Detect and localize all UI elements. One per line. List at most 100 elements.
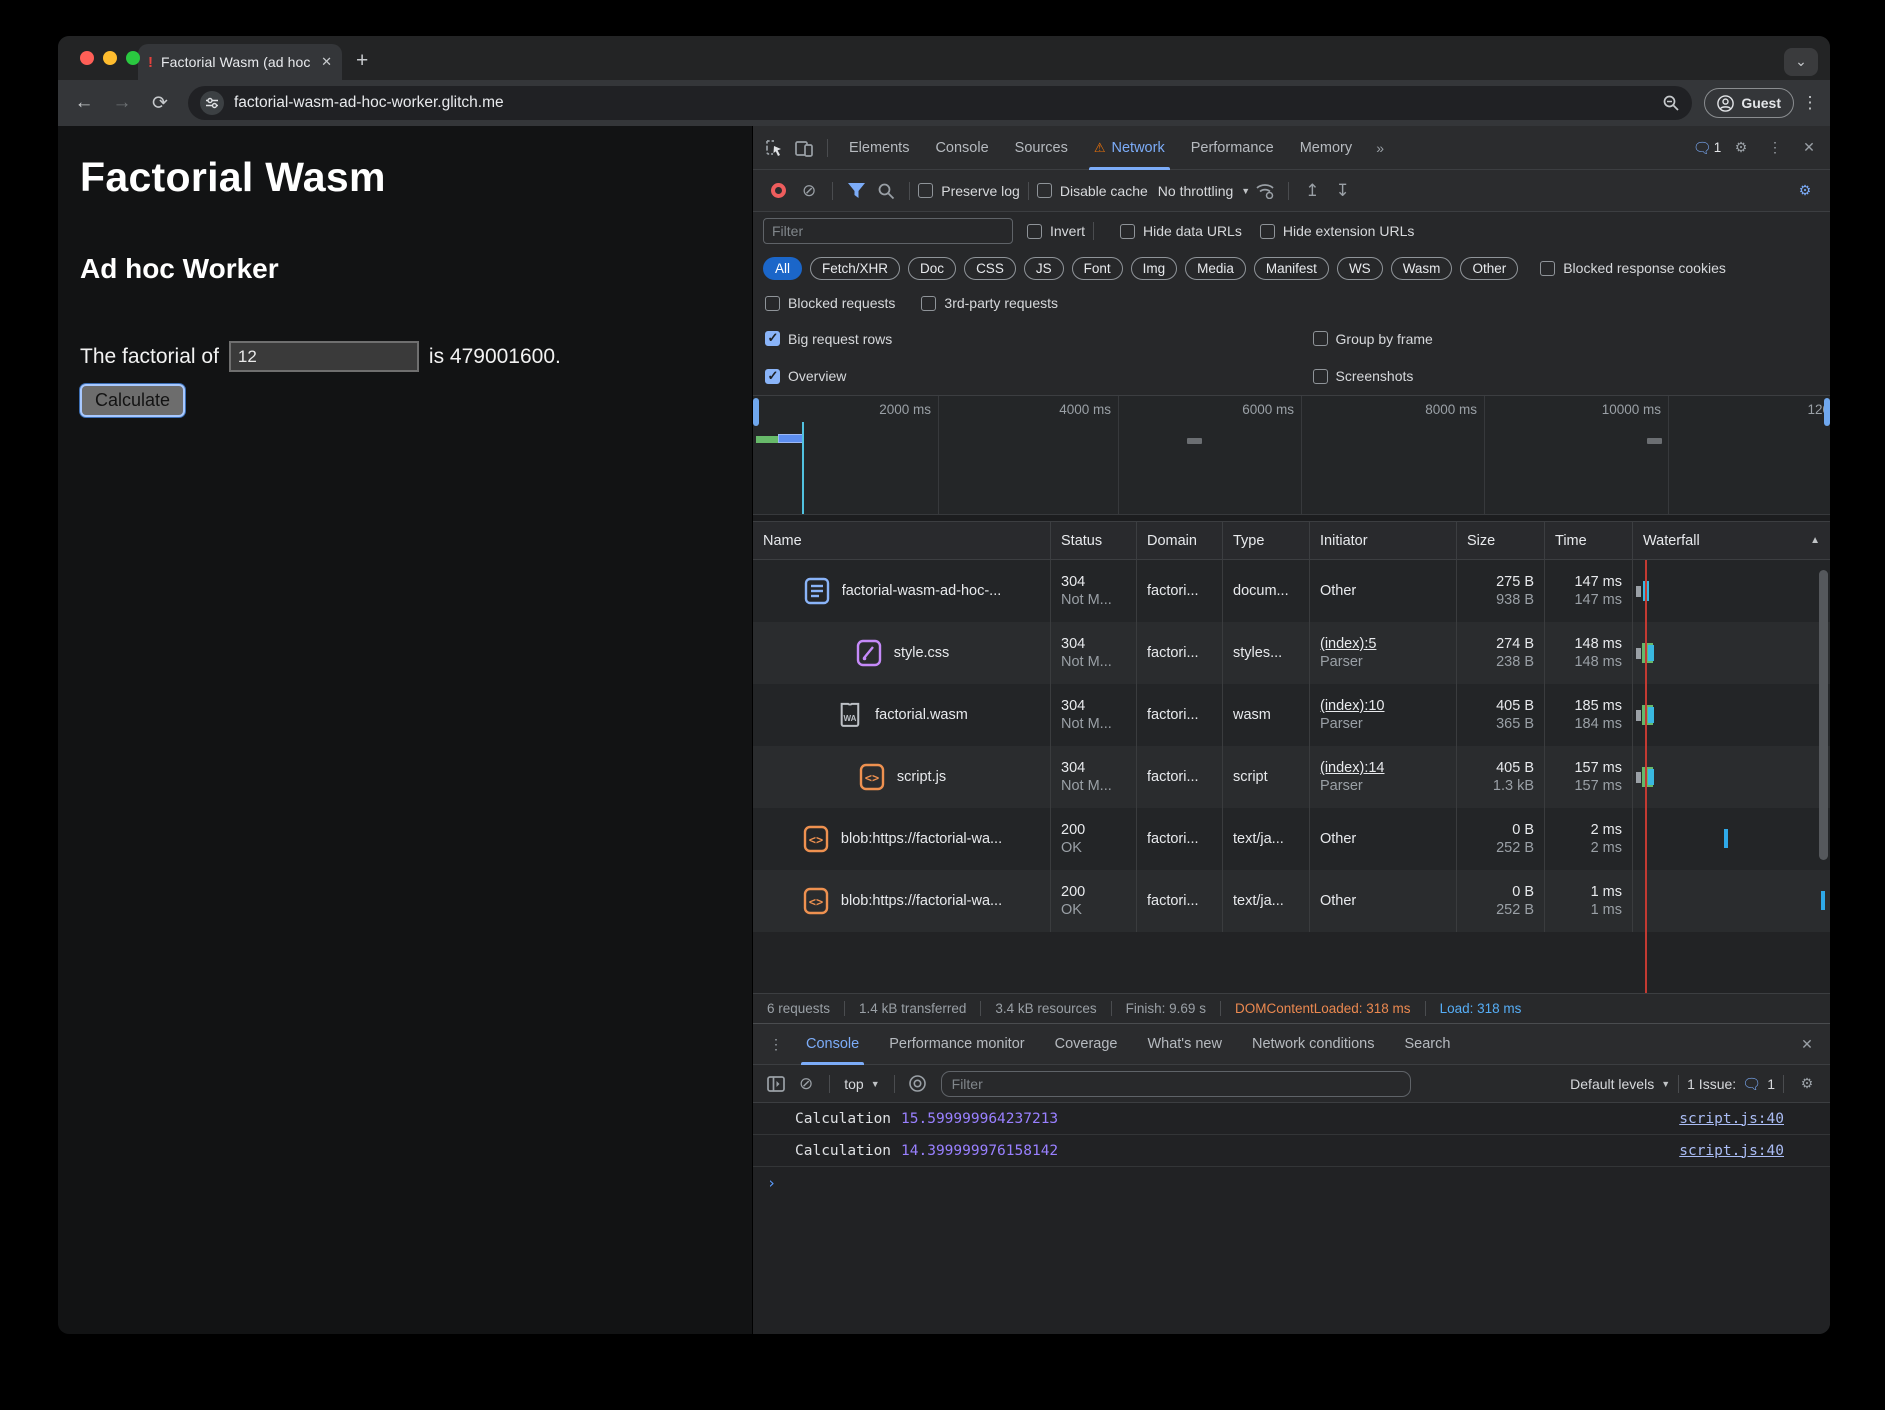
screenshots-checkbox[interactable]: Screenshots bbox=[1313, 368, 1818, 384]
chip-manifest[interactable]: Manifest bbox=[1254, 257, 1329, 280]
inspect-element-icon[interactable] bbox=[759, 133, 789, 163]
column-status[interactable]: Status bbox=[1051, 522, 1137, 559]
address-bar[interactable]: factorial-wasm-ad-hoc-worker.glitch.me bbox=[188, 86, 1692, 120]
source-link[interactable]: script.js:40 bbox=[1679, 1143, 1784, 1159]
drawer-tab-coverage[interactable]: Coverage bbox=[1040, 1023, 1133, 1065]
chip-other[interactable]: Other bbox=[1460, 257, 1518, 280]
drawer-tab-console[interactable]: Console bbox=[791, 1023, 874, 1065]
table-row[interactable]: style.css 304Not M... factori... styles.… bbox=[753, 622, 1830, 684]
network-settings-gear-icon[interactable]: ⚙ bbox=[1790, 176, 1820, 206]
table-row[interactable]: WA factorial.wasm 304Not M... factori...… bbox=[753, 684, 1830, 746]
search-icon[interactable] bbox=[871, 176, 901, 206]
clear-console-icon[interactable]: ⊘ bbox=[799, 1074, 813, 1094]
overview-right-handle[interactable] bbox=[1824, 398, 1830, 426]
name-cell[interactable]: <> blob:https://factorial-wa... bbox=[753, 870, 1051, 932]
column-domain[interactable]: Domain bbox=[1137, 522, 1223, 559]
browser-tab[interactable]: ! Factorial Wasm (ad hoc Work ✕ bbox=[138, 44, 342, 80]
more-tabs-icon[interactable]: » bbox=[1365, 133, 1395, 163]
chip-font[interactable]: Font bbox=[1072, 257, 1123, 280]
drawer-tab-performance-monitor[interactable]: Performance monitor bbox=[874, 1023, 1039, 1065]
group-by-frame-checkbox[interactable]: Group by frame bbox=[1313, 331, 1818, 347]
preserve-log-checkbox[interactable]: Preserve log bbox=[918, 183, 1020, 199]
column-time[interactable]: Time bbox=[1545, 522, 1633, 559]
column-type[interactable]: Type bbox=[1223, 522, 1310, 559]
chip-js[interactable]: JS bbox=[1024, 257, 1064, 280]
source-link[interactable]: script.js:40 bbox=[1679, 1111, 1784, 1127]
throttling-dropdown[interactable]: No throttling▼ bbox=[1158, 183, 1250, 199]
chip-img[interactable]: Img bbox=[1131, 257, 1178, 280]
initiator-link[interactable]: (index):5 bbox=[1320, 636, 1446, 652]
table-row[interactable]: <> script.js 304Not M... factori... scri… bbox=[753, 746, 1830, 808]
table-row[interactable]: <> blob:https://factorial-wa... 200OK fa… bbox=[753, 808, 1830, 870]
overview-checkbox[interactable]: Overview bbox=[765, 368, 1313, 384]
chip-fetch-xhr[interactable]: Fetch/XHR bbox=[810, 257, 900, 280]
chip-css[interactable]: CSS bbox=[964, 257, 1016, 280]
tab-elements[interactable]: Elements bbox=[836, 126, 922, 170]
name-cell[interactable]: style.css bbox=[753, 622, 1051, 684]
clear-network-log-icon[interactable]: ⊘ bbox=[802, 181, 816, 201]
tab-memory[interactable]: Memory bbox=[1287, 126, 1365, 170]
console-messages[interactable]: Calculation 15.599999964237213 script.js… bbox=[753, 1103, 1830, 1334]
close-window-button[interactable] bbox=[80, 51, 94, 65]
invert-checkbox[interactable]: Invert bbox=[1027, 223, 1085, 239]
table-scrollbar[interactable] bbox=[1819, 570, 1828, 860]
window-controls[interactable] bbox=[80, 51, 140, 65]
issues-counter[interactable]: 1 Issue:🗨1 bbox=[1687, 1075, 1775, 1093]
hide-extension-urls-checkbox[interactable]: Hide extension URLs bbox=[1260, 223, 1415, 239]
column-waterfall[interactable]: Waterfall▲ bbox=[1633, 522, 1830, 559]
chip-wasm[interactable]: Wasm bbox=[1391, 257, 1453, 280]
close-devtools-icon[interactable]: ✕ bbox=[1794, 133, 1824, 163]
filter-funnel-icon[interactable] bbox=[841, 176, 871, 206]
url-text[interactable]: factorial-wasm-ad-hoc-worker.glitch.me bbox=[234, 94, 1652, 112]
drawer-menu-icon[interactable]: ⋮ bbox=[761, 1029, 791, 1059]
profile-button[interactable]: Guest bbox=[1704, 88, 1794, 118]
tab-sources[interactable]: Sources bbox=[1002, 126, 1081, 170]
chip-doc[interactable]: Doc bbox=[908, 257, 956, 280]
tab-search-button[interactable]: ⌄ bbox=[1784, 48, 1818, 76]
name-cell[interactable]: <> script.js bbox=[753, 746, 1051, 808]
chip-all[interactable]: All bbox=[763, 257, 802, 280]
record-network-log-icon[interactable] bbox=[771, 183, 786, 198]
device-toolbar-icon[interactable] bbox=[789, 133, 819, 163]
column-size[interactable]: Size bbox=[1457, 522, 1545, 559]
disable-cache-checkbox[interactable]: Disable cache bbox=[1037, 183, 1148, 199]
blocked-response-cookies-checkbox[interactable]: Blocked response cookies bbox=[1540, 260, 1726, 276]
console-filter-input[interactable] bbox=[941, 1071, 1411, 1097]
execution-context-dropdown[interactable]: top▼ bbox=[844, 1076, 879, 1092]
tab-network[interactable]: ⚠Network bbox=[1081, 126, 1178, 170]
overview-left-handle[interactable] bbox=[753, 398, 759, 426]
calculate-button[interactable]: Calculate bbox=[80, 384, 185, 417]
tab-performance[interactable]: Performance bbox=[1178, 126, 1287, 170]
close-tab-icon[interactable]: ✕ bbox=[321, 54, 332, 70]
network-filter-input[interactable] bbox=[763, 218, 1013, 244]
drawer-tab-whats-new[interactable]: What's new bbox=[1132, 1023, 1237, 1065]
blocked-requests-checkbox[interactable]: Blocked requests bbox=[765, 295, 895, 311]
table-row[interactable]: <> blob:https://factorial-wa... 200OK fa… bbox=[753, 870, 1830, 932]
name-cell[interactable]: factorial-wasm-ad-hoc-... bbox=[753, 560, 1051, 622]
initiator-link[interactable]: (index):10 bbox=[1320, 698, 1446, 714]
import-har-icon[interactable]: ↥ bbox=[1305, 181, 1319, 201]
console-sidebar-icon[interactable] bbox=[761, 1069, 791, 1099]
site-info-icon[interactable] bbox=[200, 91, 224, 115]
devtools-menu-icon[interactable]: ⋮ bbox=[1760, 133, 1790, 163]
close-drawer-icon[interactable]: ✕ bbox=[1792, 1029, 1822, 1059]
log-levels-dropdown[interactable]: Default levels▼ bbox=[1570, 1076, 1670, 1092]
name-cell[interactable]: WA factorial.wasm bbox=[753, 684, 1051, 746]
column-name[interactable]: Name bbox=[753, 522, 1051, 559]
table-row[interactable]: factorial-wasm-ad-hoc-... 304Not M... fa… bbox=[753, 560, 1830, 622]
chip-ws[interactable]: WS bbox=[1337, 257, 1383, 280]
issues-icon[interactable]: 🗨1 bbox=[1692, 133, 1722, 163]
chip-media[interactable]: Media bbox=[1185, 257, 1246, 280]
zoom-page-icon[interactable] bbox=[1662, 94, 1680, 112]
network-conditions-icon[interactable] bbox=[1250, 176, 1280, 206]
console-settings-gear-icon[interactable]: ⚙ bbox=[1792, 1069, 1822, 1099]
back-button[interactable]: ← bbox=[68, 87, 100, 119]
hide-data-urls-checkbox[interactable]: Hide data URLs bbox=[1120, 223, 1242, 239]
network-overview-timeline[interactable]: 2000 ms 4000 ms 6000 ms 8000 ms 10000 ms… bbox=[753, 396, 1830, 522]
console-prompt[interactable]: › bbox=[753, 1167, 1830, 1199]
factorial-input[interactable] bbox=[229, 341, 419, 372]
initiator-link[interactable]: (index):14 bbox=[1320, 760, 1446, 776]
browser-menu-button[interactable]: ⋮ bbox=[1800, 93, 1820, 113]
big-request-rows-checkbox[interactable]: Big request rows bbox=[765, 331, 1313, 347]
tab-console[interactable]: Console bbox=[922, 126, 1001, 170]
